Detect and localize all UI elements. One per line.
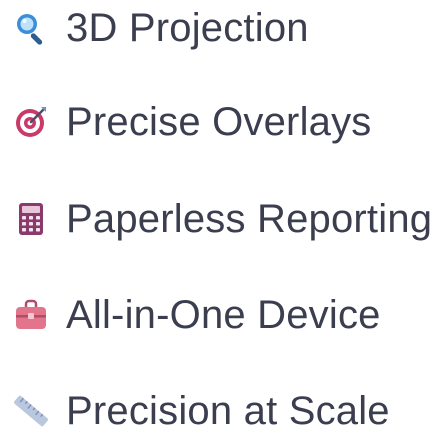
feature-list: 3D Projection Precise Overlays Paperless…: [0, 0, 437, 433]
feature-label: Paperless Reporting: [66, 197, 433, 241]
briefcase-icon: [14, 298, 48, 332]
feature-all-in-one-device: All-in-One Device: [14, 291, 381, 339]
feature-label: All-in-One Device: [66, 293, 381, 337]
feature-label: 3D Projection: [66, 6, 309, 50]
target-icon: [14, 105, 48, 139]
feature-3d-projection: 3D Projection: [14, 4, 309, 52]
feature-label: Precision at Scale: [66, 389, 390, 433]
calculator-icon: [14, 202, 48, 236]
magnifying-glass-icon: [14, 11, 48, 45]
feature-label: Precise Overlays: [66, 100, 372, 144]
feature-precise-overlays: Precise Overlays: [14, 98, 372, 146]
feature-precision-at-scale: Precision at Scale: [14, 387, 390, 435]
feature-paperless-reporting: Paperless Reporting: [14, 195, 432, 243]
ruler-icon: [14, 394, 48, 428]
